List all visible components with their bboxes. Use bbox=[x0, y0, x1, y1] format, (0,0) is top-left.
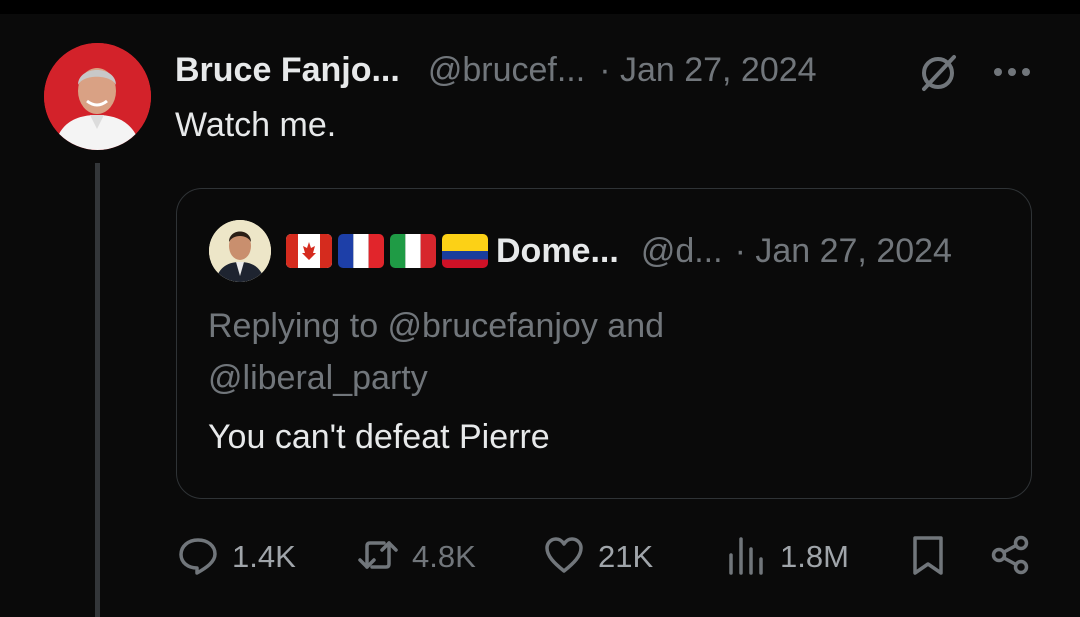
top-bar bbox=[0, 0, 1080, 14]
like-button[interactable]: 21K bbox=[542, 532, 653, 582]
tweet-date[interactable]: · Jan 27, 2024 bbox=[599, 51, 816, 90]
quoted-tweet-text: You can't defeat Pierre bbox=[208, 418, 550, 456]
quoted-author-name[interactable]: Dome... bbox=[496, 232, 619, 271]
share-button[interactable] bbox=[988, 532, 1032, 582]
quoted-tweet-date[interactable]: · Jan 27, 2024 bbox=[735, 232, 952, 271]
more-icon[interactable] bbox=[990, 60, 1034, 84]
flag-list bbox=[286, 234, 488, 268]
grok-icon[interactable] bbox=[916, 51, 960, 95]
quoted-tweet-header: Dome... @d... · Jan 27, 2024 bbox=[496, 228, 952, 274]
replying-to-line-2[interactable]: @liberal_party bbox=[208, 352, 808, 404]
tweet-header: Bruce Fanjo... @brucef... · Jan 27, 2024 bbox=[175, 48, 817, 92]
bookmark-button[interactable] bbox=[906, 532, 950, 582]
reply-button[interactable]: 1.4K bbox=[176, 532, 296, 582]
views-icon bbox=[724, 533, 768, 582]
reply-icon bbox=[176, 533, 220, 582]
quoted-author-avatar[interactable] bbox=[209, 220, 271, 282]
colombia-flag-icon bbox=[442, 234, 488, 268]
france-flag-icon bbox=[338, 234, 384, 268]
like-count: 21K bbox=[598, 539, 654, 574]
like-icon bbox=[542, 533, 586, 582]
author-handle[interactable]: @brucef... bbox=[428, 51, 585, 90]
replying-to-line-1: Replying to @brucefanjoy and bbox=[208, 307, 665, 345]
repost-count: 4.8K bbox=[412, 539, 476, 574]
action-bar: 1.4K 4.8K 21K 1.8M bbox=[0, 532, 1080, 582]
replying-to-text: Replying to @brucefanjoy and @liberal_pa… bbox=[208, 300, 808, 404]
repost-button[interactable]: 4.8K bbox=[356, 532, 476, 582]
bookmark-icon bbox=[906, 533, 950, 582]
repost-icon bbox=[356, 533, 400, 582]
quoted-author-handle[interactable]: @d... bbox=[641, 232, 723, 271]
author-avatar[interactable] bbox=[44, 43, 151, 150]
author-name[interactable]: Bruce Fanjo... bbox=[175, 51, 400, 90]
views-count: 1.8M bbox=[780, 539, 849, 574]
canada-flag-icon bbox=[286, 234, 332, 268]
italy-flag-icon bbox=[390, 234, 436, 268]
views-button[interactable]: 1.8M bbox=[724, 532, 849, 582]
reply-count: 1.4K bbox=[232, 539, 296, 574]
share-icon bbox=[988, 533, 1032, 582]
tweet-text: Watch me. bbox=[175, 106, 337, 144]
